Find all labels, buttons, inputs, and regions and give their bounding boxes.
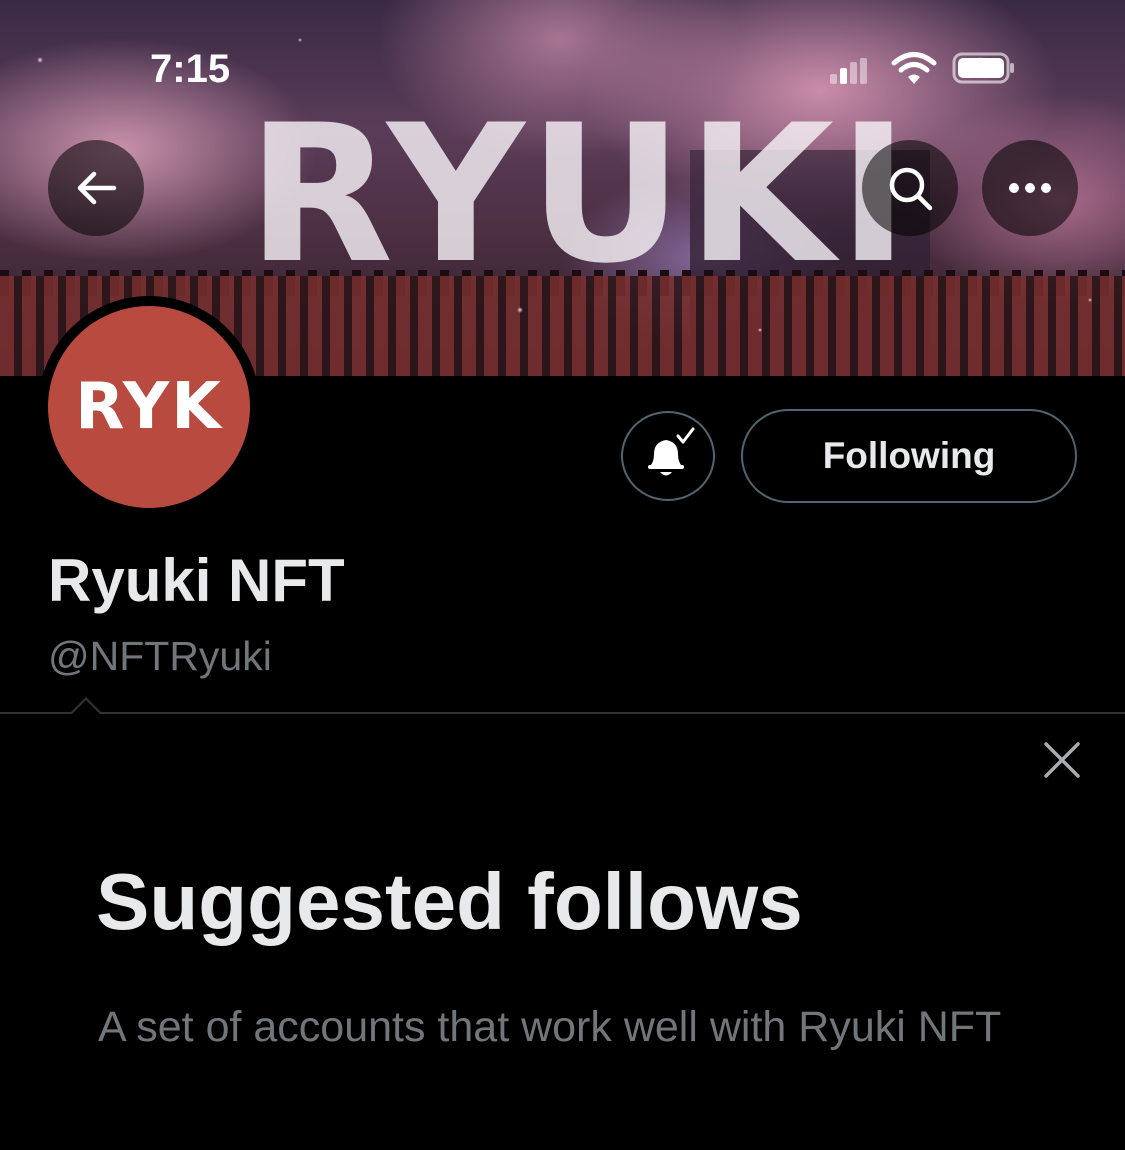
profile-handle: @NFTRyuki <box>48 633 272 679</box>
divider <box>0 712 1125 714</box>
close-icon <box>1044 742 1080 778</box>
avatar[interactable]: RYK <box>38 296 260 518</box>
cellular-signal-icon <box>830 58 870 84</box>
avatar-image: RYK <box>48 306 250 508</box>
more-options-button[interactable] <box>982 140 1078 236</box>
wifi-icon <box>891 52 937 84</box>
battery-icon <box>952 52 1014 84</box>
bell-check-icon <box>648 427 695 476</box>
suggested-follows-title: Suggested follows <box>96 857 803 946</box>
arrow-left-icon <box>77 171 117 205</box>
avatar-logo-text: RYK <box>75 370 223 444</box>
search-button[interactable] <box>862 140 958 236</box>
close-suggestions-button[interactable] <box>1032 730 1092 790</box>
banner-title-art: Ryuki <box>247 84 913 305</box>
status-time: 7:15 <box>150 47 231 91</box>
profile-display-name: Ryuki NFT <box>48 547 345 614</box>
following-button[interactable]: Following <box>741 409 1077 503</box>
notifications-button[interactable] <box>621 411 715 501</box>
more-horizontal-icon <box>1009 183 1051 193</box>
back-button[interactable] <box>48 140 144 236</box>
callout-pointer-fill <box>72 700 100 714</box>
suggested-follows-description: A set of accounts that work well with Ry… <box>98 1003 1002 1051</box>
search-icon <box>889 167 933 211</box>
